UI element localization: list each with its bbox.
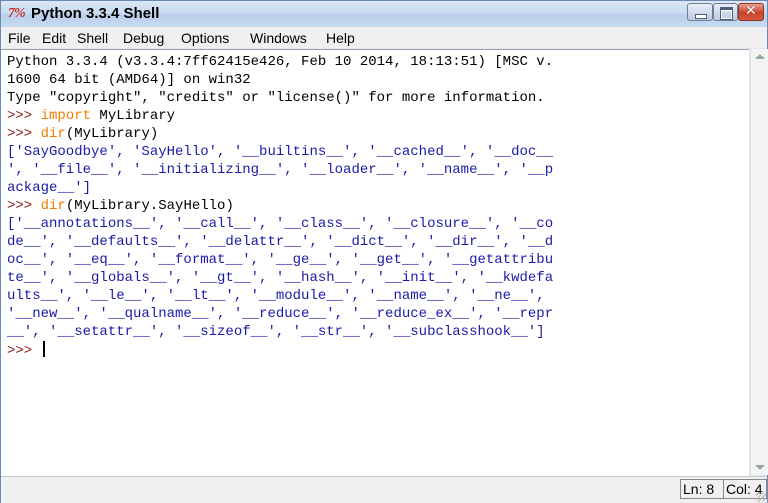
menu-windows[interactable]: Windows — [250, 30, 307, 46]
menu-shell[interactable]: Shell — [77, 30, 108, 46]
menu-debug[interactable]: Debug — [123, 30, 164, 46]
shell-prompt: >>> — [7, 198, 41, 214]
shell-text-area[interactable]: Python 3.3.4 (v3.3.4:7ff62415e426, Feb 1… — [1, 49, 749, 476]
python-tk-icon: 7% — [8, 6, 26, 21]
input-line: >>> dir(MyLibrary) — [7, 125, 158, 143]
code-text: (MyLibrary.SayHello) — [65, 198, 234, 214]
minimize-button[interactable] — [687, 3, 713, 21]
output-line: '__new__', '__qualname__', '__reduce__',… — [7, 306, 554, 322]
output-line: ['SayGoodbye', 'SayHello', '__builtins__… — [7, 144, 554, 160]
scroll-down-icon[interactable] — [755, 465, 765, 470]
output-line: ', '__file__', '__initializing__', '__lo… — [7, 162, 554, 178]
keyword: import — [40, 108, 92, 124]
builtin: dir — [40, 198, 66, 214]
builtin: dir — [40, 126, 66, 142]
menu-bar: File Edit Shell Debug Options Windows He… — [1, 27, 767, 48]
menu-help[interactable]: Help — [326, 30, 355, 46]
menu-edit[interactable]: Edit — [42, 30, 66, 46]
banner-line: 1600 64 bit (AMD64)] on win32 — [7, 72, 251, 88]
banner-line: Type "copyright", "credits" or "license(… — [7, 90, 545, 106]
input-line-current[interactable]: >>> — [7, 341, 45, 360]
shell-prompt: >>> — [7, 126, 41, 142]
close-button[interactable]: ✕ — [738, 3, 764, 21]
code-text: (MyLibrary) — [65, 126, 159, 142]
close-icon: ✕ — [745, 3, 757, 19]
text-cursor — [42, 341, 45, 357]
maximize-button[interactable] — [713, 3, 738, 21]
code-text: MyLibrary — [91, 108, 176, 124]
output-line: te__', '__globals__', '__gt__', '__hash_… — [7, 270, 554, 286]
maximize-icon — [720, 7, 733, 20]
status-bar: Ln: 8 Col: 4 — [1, 476, 767, 503]
input-line: >>> import MyLibrary — [7, 107, 175, 125]
scroll-up-icon[interactable] — [755, 54, 765, 59]
output-line: de__', '__defaults__', '__delattr__', '_… — [7, 234, 554, 250]
resize-grip-icon[interactable] — [756, 492, 766, 502]
minimize-icon — [695, 14, 707, 19]
input-line: >>> dir(MyLibrary.SayHello) — [7, 197, 234, 215]
shell-prompt: >>> — [7, 108, 41, 124]
output-line: ['__annotations__', '__call__', '__class… — [7, 216, 554, 232]
output-line: oc__', '__eq__', '__format__', '__ge__',… — [7, 252, 554, 268]
output-line: __', '__setattr__', '__sizeof__', '__str… — [7, 324, 545, 340]
output-line: ults__', '__le__', '__lt__', '__module__… — [7, 288, 545, 304]
menu-file[interactable]: File — [8, 30, 31, 46]
title-bar[interactable]: 7% Python 3.3.4 Shell ✕ — [1, 1, 767, 27]
line-number-status: Ln: 8 — [680, 479, 724, 499]
menu-options[interactable]: Options — [181, 30, 229, 46]
banner-line: Python 3.3.4 (v3.3.4:7ff62415e426, Feb 1… — [7, 54, 554, 70]
vertical-scrollbar[interactable] — [750, 49, 768, 475]
window-title: Python 3.3.4 Shell — [31, 5, 160, 22]
shell-prompt: >>> — [7, 343, 41, 359]
output-line: ackage__'] — [7, 180, 92, 196]
idle-shell-window: 7% Python 3.3.4 Shell ✕ File Edit Shell … — [0, 0, 768, 503]
